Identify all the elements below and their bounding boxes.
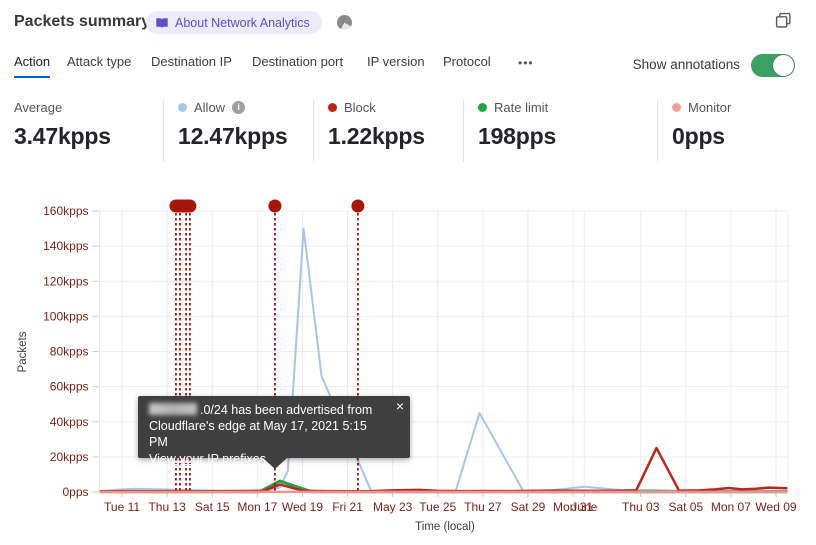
svg-text:Sat 15: Sat 15 <box>195 500 230 514</box>
svg-text:Mon 17: Mon 17 <box>237 500 277 514</box>
tab-protocol[interactable]: Protocol <box>443 54 491 78</box>
block-legend-dot <box>328 102 337 112</box>
more-tabs-icon[interactable]: ••• <box>518 56 534 79</box>
tab-attack-type[interactable]: Attack type <box>67 54 131 78</box>
svg-text:120kpps: 120kpps <box>43 274 88 288</box>
svg-text:80kpps: 80kpps <box>50 345 89 359</box>
stat-label: Rate limit <box>494 99 549 115</box>
stat-value: 198pps <box>478 123 557 149</box>
svg-text:0pps: 0pps <box>62 485 88 499</box>
show-annotations-toggle[interactable] <box>751 54 795 77</box>
svg-text:May 23: May 23 <box>373 500 413 514</box>
stat-rate-limit: Rate limit 198pps <box>478 98 556 150</box>
svg-text:June: June <box>571 500 597 514</box>
svg-text:Sat 05: Sat 05 <box>668 500 703 514</box>
stat-value: 1.22kpps <box>328 123 425 149</box>
monitor-legend-dot <box>672 102 681 112</box>
tab-ip-version[interactable]: IP version <box>367 54 425 78</box>
svg-text:20kpps: 20kpps <box>50 450 89 464</box>
allow-legend-dot <box>178 102 187 112</box>
svg-text:Time (local): Time (local) <box>415 521 475 533</box>
divider <box>313 100 314 162</box>
svg-text:Wed 19: Wed 19 <box>282 500 323 514</box>
tooltip-caret <box>263 458 287 469</box>
divider <box>163 100 164 162</box>
tab-bar: Action Attack type Destination IP Destin… <box>0 52 816 80</box>
rate-limit-legend-dot <box>478 102 487 112</box>
stat-average: Average 3.47kpps <box>14 98 111 150</box>
svg-text:140kpps: 140kpps <box>43 239 88 253</box>
svg-text:Wed 09: Wed 09 <box>755 500 796 514</box>
info-icon[interactable] <box>232 100 246 114</box>
tooltip-line-2: Cloudflare's edge at May 17, 2021 5:15 P… <box>149 419 367 449</box>
copy-icon[interactable] <box>775 12 792 29</box>
tab-action[interactable]: Action <box>14 54 51 78</box>
svg-text:Sat 29: Sat 29 <box>511 500 546 514</box>
redacted-ip-prefix <box>149 403 197 415</box>
divider <box>657 100 658 162</box>
about-badge-label: About Network Analytics <box>175 15 310 30</box>
divider <box>463 100 464 162</box>
svg-text:Thu 13: Thu 13 <box>148 500 186 514</box>
stat-label: Monitor <box>688 99 732 115</box>
svg-text:Mon 07: Mon 07 <box>711 500 751 514</box>
tooltip-line-1-text: .0/24 has been advertised from <box>200 403 373 417</box>
svg-text:40kpps: 40kpps <box>50 415 89 429</box>
svg-text:Packets: Packets <box>17 331 29 372</box>
svg-text:Tue 25: Tue 25 <box>419 500 456 514</box>
stat-label: Allow <box>194 99 226 115</box>
stat-monitor: Monitor 0pps <box>672 98 731 150</box>
svg-text:Thu 03: Thu 03 <box>622 500 660 514</box>
svg-text:Fri 21: Fri 21 <box>332 500 363 514</box>
tab-destination-port[interactable]: Destination port <box>252 54 343 78</box>
svg-text:Tue 11: Tue 11 <box>104 500 140 514</box>
svg-text:Thu 27: Thu 27 <box>464 500 502 514</box>
stat-value: 0pps <box>672 123 725 149</box>
annotation-tooltip: × .0/24 has been advertised from Cloudfl… <box>138 396 410 469</box>
about-network-analytics-badge[interactable]: About Network Analytics <box>146 11 322 34</box>
tab-destination-ip[interactable]: Destination IP <box>151 54 232 78</box>
packets-chart[interactable]: 0pps 20kpps 40kpps 60kpps 80kpps 100kpps 120kp… <box>0 0 816 545</box>
book-icon <box>156 17 168 28</box>
svg-text:60kpps: 60kpps <box>50 380 89 394</box>
pie-chart-icon[interactable] <box>337 15 352 30</box>
stat-value: 12.47kpps <box>178 123 288 149</box>
show-annotations-label: Show annotations <box>632 57 740 72</box>
tooltip-line-1: .0/24 has been advertised from <box>149 402 386 418</box>
toggle-knob <box>773 55 794 76</box>
svg-text:160kpps: 160kpps <box>43 204 88 218</box>
stat-label: Average <box>14 99 63 115</box>
stat-allow: Allow 12.47kpps <box>178 98 288 150</box>
view-ip-prefixes-link[interactable]: View your IP prefixes <box>149 451 266 467</box>
stat-label: Block <box>344 99 376 115</box>
close-icon[interactable]: × <box>396 398 404 414</box>
summary-stats: Average 3.47kpps Allow 12.47kpps Block 1… <box>0 98 816 164</box>
svg-text:100kpps: 100kpps <box>43 309 88 323</box>
packets-summary-panel: 0pps 20kpps 40kpps 60kpps 80kpps 100kpps 120kp… <box>0 0 816 545</box>
stat-block: Block 1.22kpps <box>328 98 425 150</box>
page-title: Packets summary <box>14 13 151 30</box>
stat-value: 3.47kpps <box>14 123 111 149</box>
